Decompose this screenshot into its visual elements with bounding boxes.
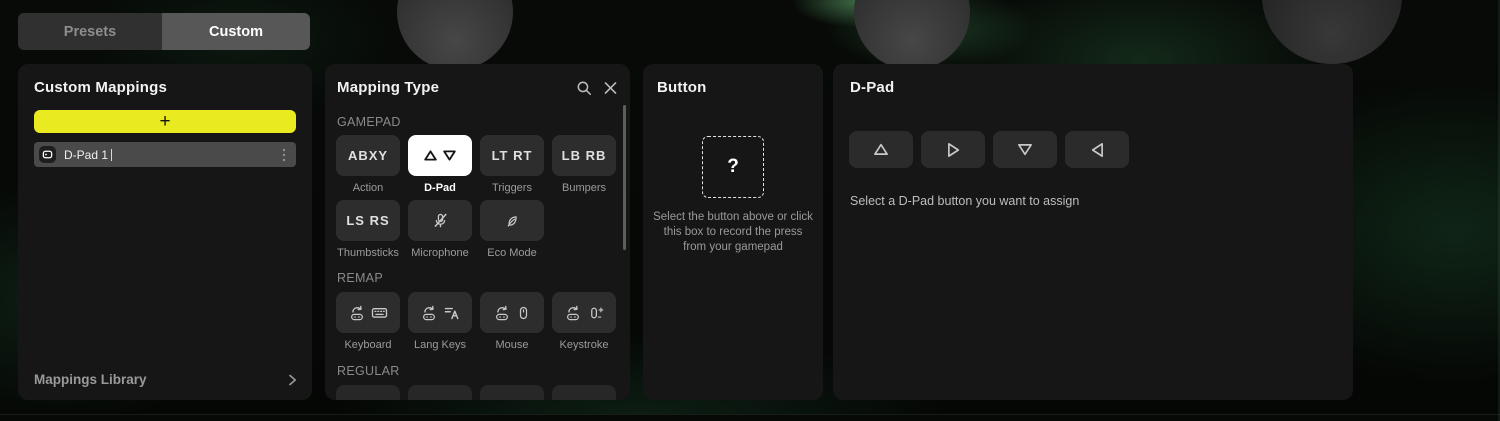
triangle-up-icon [873,143,889,156]
tile-eco-mode-label: Eco Mode [487,247,537,259]
triangle-down-icon [1017,143,1033,156]
tile-lang-keys-label: Lang Keys [414,339,466,351]
tile-bumpers[interactable]: LB RB [552,135,616,176]
triangle-left-icon [1091,142,1104,158]
dpad-up-button[interactable] [849,131,913,168]
tile-mouse[interactable] [480,292,544,333]
custom-mappings-panel: Custom Mappings + D-Pad 1 Mappings Libra… [18,64,312,400]
tile-dpad-label: D-Pad [424,182,456,194]
button-panel: Button ? Select the button above or clic… [643,64,823,400]
tile-thumbsticks[interactable]: LS RS [336,200,400,241]
tile-action-label: Action [352,182,384,194]
remap-gamepad-icon [565,305,581,321]
keystroke-icon [587,305,604,321]
record-button-box[interactable]: ? [702,136,764,198]
bottom-divider [0,414,1500,421]
background-button-circle [1262,0,1402,64]
mappings-library-row[interactable]: Mappings Library [34,372,298,387]
button-panel-title: Button [657,79,707,96]
tab-custom[interactable]: Custom [162,13,310,50]
dpad-left-button[interactable] [1065,131,1129,168]
tile-keyboard[interactable] [336,292,400,333]
background-thumbstick-right [854,0,970,70]
tile-microphone-label: Microphone [411,247,469,259]
view-tabs: Presets Custom [18,13,310,50]
tile-triggers[interactable]: LT RT [480,135,544,176]
dpad-up-icon [424,150,437,161]
tile-regular-4[interactable] [552,385,616,400]
text-caret [111,148,113,161]
mapping-type-scrollbar[interactable] [623,105,626,250]
mapping-type-panel: Mapping Type GAMEPAD ABXY LT RT LB RB Ac… [325,64,630,400]
close-icon[interactable] [603,80,618,96]
dpad-panel-hint: Select a D-Pad button you want to assign [850,194,1080,208]
section-remap-label: REMAP [337,271,383,285]
tile-bumpers-label: Bumpers [561,182,607,194]
add-mapping-button[interactable]: + [34,110,296,133]
tile-keystroke[interactable] [552,292,616,333]
tile-eco-mode[interactable] [480,200,544,241]
tile-dpad[interactable] [408,135,472,176]
background-thumbstick-left [397,0,513,70]
mapping-item-name: D-Pad 1 [64,147,109,162]
tile-thumbsticks-label: Thumbsticks [337,247,399,259]
kebab-menu-icon[interactable] [280,146,288,164]
tab-presets[interactable]: Presets [18,13,162,50]
dpad-panel-title: D-Pad [850,79,895,96]
tile-regular-2[interactable] [408,385,472,400]
mapping-list-item-dpad1[interactable]: D-Pad 1 [34,142,296,167]
tile-regular-3[interactable] [480,385,544,400]
section-gamepad-label: GAMEPAD [337,115,401,129]
chevron-right-icon [287,374,298,386]
mappings-library-label: Mappings Library [34,372,147,387]
tile-lang-keys[interactable] [408,292,472,333]
tile-microphone[interactable] [408,200,472,241]
keyboard-icon [371,304,388,321]
search-icon[interactable] [576,80,592,96]
triangle-right-icon [947,142,960,158]
section-regular-label: REGULAR [337,364,400,378]
dpad-panel: D-Pad Select a D-Pad button you want to … [833,64,1353,400]
tile-action[interactable]: ABXY [336,135,400,176]
dpad-down-button[interactable] [993,131,1057,168]
remap-gamepad-icon [349,305,365,321]
remap-gamepad-icon [421,305,437,321]
tile-mouse-label: Mouse [495,339,529,351]
gamepad-icon [39,146,56,163]
tile-keyboard-label: Keyboard [344,339,392,351]
mapping-type-title: Mapping Type [337,79,440,96]
dpad-down-icon [443,150,456,161]
dpad-right-button[interactable] [921,131,985,168]
language-keys-icon [443,304,460,321]
microphone-muted-icon [432,212,449,229]
button-panel-hint: Select the button above or click this bo… [653,211,813,253]
tile-keystroke-label: Keystroke [559,339,609,351]
remap-gamepad-icon [494,305,510,321]
mouse-icon [516,305,531,321]
custom-mappings-title: Custom Mappings [34,79,167,96]
tile-regular-1[interactable] [336,385,400,400]
eco-leaf-icon [504,213,520,229]
tile-triggers-label: Triggers [492,182,532,194]
